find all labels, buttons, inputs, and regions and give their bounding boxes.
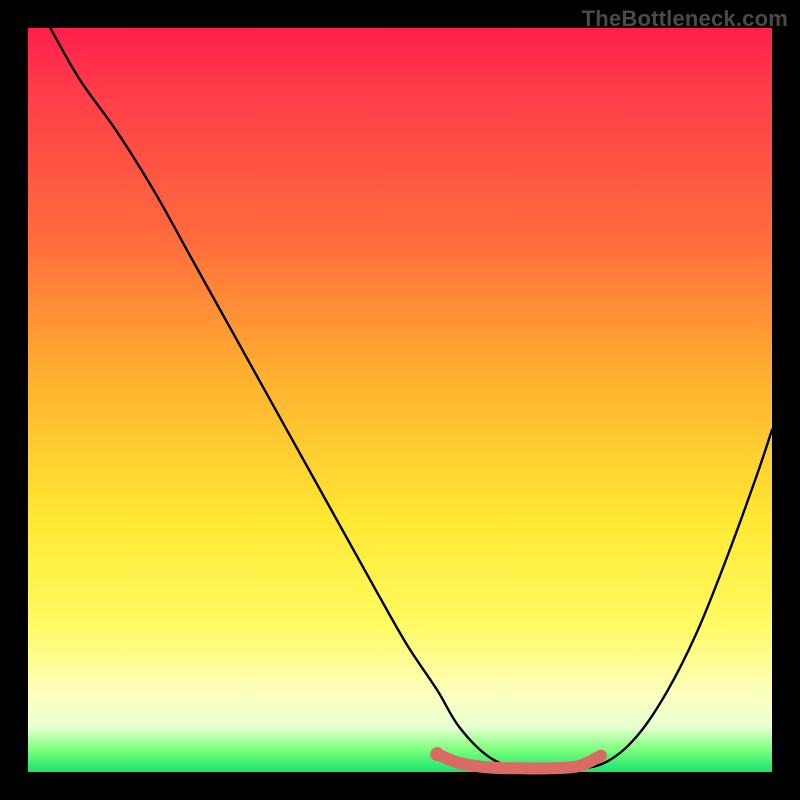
chart-svg (28, 28, 772, 772)
plot-area (28, 28, 772, 772)
highlight-segment (437, 754, 601, 768)
highlight-start-dot (430, 747, 444, 761)
bottleneck-curve (50, 28, 772, 770)
chart-frame: TheBottleneck.com (0, 0, 800, 800)
